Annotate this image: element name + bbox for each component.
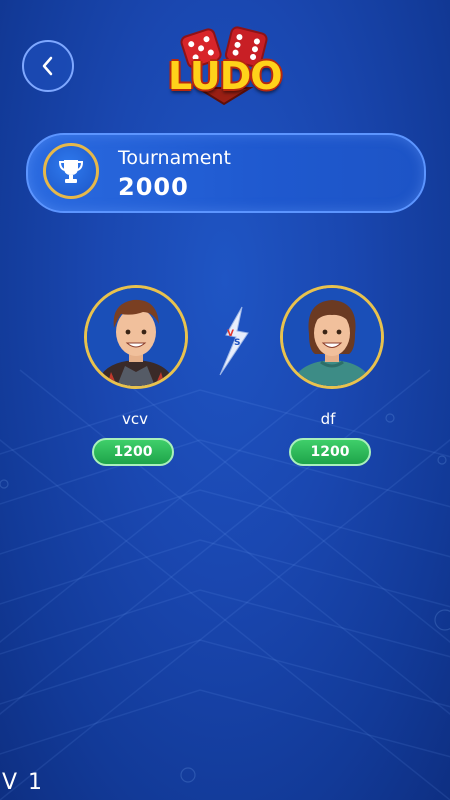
version-label: V 1 xyxy=(2,770,45,795)
trophy-badge xyxy=(43,143,99,199)
player-1-name: vcv xyxy=(121,410,148,428)
player-2-name: df xyxy=(320,410,336,428)
board-grid-background xyxy=(0,369,450,800)
tournament-label: Tournament xyxy=(118,147,231,169)
back-button[interactable] xyxy=(22,40,74,92)
logo-title: LUDO xyxy=(168,54,283,98)
svg-text:V: V xyxy=(227,329,234,339)
player-2-score-badge: 1200 xyxy=(289,438,371,466)
player-2-avatar xyxy=(280,285,384,389)
svg-text:S: S xyxy=(234,338,240,348)
ludo-logo: LUDO xyxy=(168,26,283,106)
trophy-icon xyxy=(58,160,84,183)
tournament-card: Tournament 2000 xyxy=(26,133,426,213)
chevron-left-icon xyxy=(42,56,53,76)
vs-lightning-icon: V S xyxy=(219,306,249,376)
player-1-score-badge: 1200 xyxy=(92,438,174,466)
player-1-avatar xyxy=(84,285,188,389)
tournament-prize: 2000 xyxy=(118,173,189,201)
